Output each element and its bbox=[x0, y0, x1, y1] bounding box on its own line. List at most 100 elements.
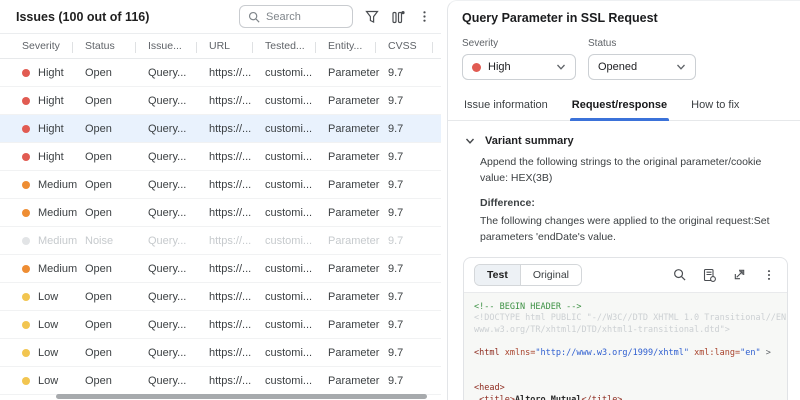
column-header[interactable]: Status bbox=[85, 40, 148, 52]
issue-row[interactable]: MediumOpenQuery...https://...customi...P… bbox=[0, 199, 441, 227]
table-cell: Open bbox=[85, 263, 148, 275]
kebab-menu-icon[interactable] bbox=[761, 267, 777, 283]
table-cell: 9.7 bbox=[388, 375, 441, 387]
status-label: Status bbox=[588, 38, 696, 49]
table-cell: customi... bbox=[265, 95, 328, 107]
table-cell: https://... bbox=[209, 95, 265, 107]
issue-row[interactable]: MediumOpenQuery...https://...customi...P… bbox=[0, 255, 441, 283]
search-placeholder: Search bbox=[266, 11, 301, 23]
code-line bbox=[474, 371, 777, 383]
table-cell: Parameter bbox=[328, 123, 388, 135]
severity-dropdown[interactable]: High bbox=[462, 54, 576, 80]
chevron-down-icon bbox=[465, 136, 475, 146]
column-header[interactable]: CVSS bbox=[388, 40, 441, 52]
tab-how-to-fix[interactable]: How to fix bbox=[689, 95, 741, 120]
open-in-new-icon[interactable] bbox=[731, 267, 747, 283]
issue-row[interactable]: MediumOpenQuery...https://...customi...P… bbox=[0, 171, 441, 199]
issue-row[interactable]: LowOpenQuery...https://...customi...Para… bbox=[0, 311, 441, 339]
table-cell: Open bbox=[85, 67, 148, 79]
issues-panel: Issues (100 out of 116) Search SeverityS… bbox=[0, 0, 441, 400]
severity-group: Severity High bbox=[462, 38, 576, 80]
kebab-menu-icon[interactable] bbox=[411, 4, 437, 30]
issue-row[interactable]: HightOpenQuery...https://...customi...Pa… bbox=[0, 143, 441, 171]
table-cell: 9.7 bbox=[388, 235, 441, 247]
table-cell: 9.7 bbox=[388, 347, 441, 359]
table-cell: 9.7 bbox=[388, 179, 441, 191]
chevron-down-icon bbox=[676, 62, 686, 72]
detail-controls: Severity High Status Opened bbox=[462, 38, 800, 80]
tab-issue-information[interactable]: Issue information bbox=[462, 95, 550, 120]
table-cell: Query... bbox=[148, 95, 209, 107]
original-toggle-button[interactable]: Original bbox=[521, 265, 581, 285]
severity-dot-icon bbox=[22, 125, 30, 133]
tab-request-response[interactable]: Request/response bbox=[570, 95, 669, 120]
detail-title: Query Parameter in SSL Request bbox=[462, 11, 800, 25]
severity-cell: Medium bbox=[22, 179, 85, 191]
tab-content: Variant summary Append the following str… bbox=[448, 121, 800, 400]
issue-detail-panel: Query Parameter in SSL Request Severity … bbox=[447, 0, 800, 400]
severity-cell: Low bbox=[22, 319, 85, 331]
table-cell: 9.7 bbox=[388, 67, 441, 79]
table-cell: Query... bbox=[148, 207, 209, 219]
search-icon[interactable] bbox=[671, 267, 687, 283]
severity-cell: Low bbox=[22, 291, 85, 303]
table-cell: customi... bbox=[265, 123, 328, 135]
severity-dot-icon bbox=[22, 377, 30, 385]
column-header[interactable]: Issue... bbox=[148, 40, 209, 52]
column-settings-icon[interactable] bbox=[385, 4, 411, 30]
severity-dot-icon bbox=[22, 181, 30, 189]
filter-icon[interactable] bbox=[359, 4, 385, 30]
code-line: www.w3.org/TR/xhtml1/DTD/xhtml1-transiti… bbox=[474, 325, 777, 337]
table-cell: Query... bbox=[148, 151, 209, 163]
table-cell: Parameter bbox=[328, 263, 388, 275]
severity-cell: Hight bbox=[22, 151, 85, 163]
file-settings-icon[interactable] bbox=[701, 267, 717, 283]
table-cell: Query... bbox=[148, 67, 209, 79]
column-header[interactable]: URL bbox=[209, 40, 265, 52]
severity-dot-icon bbox=[22, 209, 30, 217]
code-line bbox=[474, 360, 777, 372]
table-cell: Open bbox=[85, 319, 148, 331]
severity-dot-icon bbox=[22, 349, 30, 357]
issue-row[interactable]: MediumNoiseQuery...https://...customi...… bbox=[0, 227, 441, 255]
table-cell: Noise bbox=[85, 235, 148, 247]
code-line: <title>Altoro Mutual</title> bbox=[474, 395, 777, 400]
code-viewer-actions bbox=[671, 267, 777, 283]
table-cell: Open bbox=[85, 123, 148, 135]
test-toggle-button[interactable]: Test bbox=[475, 265, 521, 285]
horizontal-scrollbar[interactable] bbox=[56, 394, 427, 399]
table-cell: https://... bbox=[209, 67, 265, 79]
severity-dot-icon bbox=[22, 293, 30, 301]
status-dropdown[interactable]: Opened bbox=[588, 54, 696, 80]
column-header[interactable]: Severity bbox=[22, 40, 85, 52]
table-cell: Query... bbox=[148, 347, 209, 359]
table-cell: customi... bbox=[265, 319, 328, 331]
issue-row[interactable]: LowOpenQuery...https://...customi...Para… bbox=[0, 339, 441, 367]
code-content[interactable]: <!-- BEGIN HEADER --><!DOCTYPE html PUBL… bbox=[464, 292, 787, 400]
code-viewer-header: Test Original bbox=[464, 258, 787, 292]
issue-row[interactable]: HightOpenQuery...https://...customi...Pa… bbox=[0, 59, 441, 87]
search-input[interactable]: Search bbox=[239, 5, 353, 28]
issue-row[interactable]: LowOpenQuery...https://...customi...Para… bbox=[0, 367, 441, 395]
table-cell: 9.7 bbox=[388, 207, 441, 219]
status-group: Status Opened bbox=[588, 38, 696, 80]
issue-row[interactable]: HightOpenQuery...https://...customi...Pa… bbox=[0, 87, 441, 115]
issue-row[interactable]: HightOpenQuery...https://...customi...Pa… bbox=[0, 115, 441, 143]
column-header[interactable]: Tested... bbox=[265, 40, 328, 52]
table-cell: customi... bbox=[265, 263, 328, 275]
table-cell: Open bbox=[85, 151, 148, 163]
table-cell: 9.7 bbox=[388, 123, 441, 135]
table-cell: https://... bbox=[209, 179, 265, 191]
column-header[interactable]: Entity... bbox=[328, 40, 388, 52]
issue-row[interactable]: LowOpenQuery...https://...customi...Para… bbox=[0, 283, 441, 311]
table-cell: 9.7 bbox=[388, 319, 441, 331]
variant-summary-toggle[interactable]: Variant summary bbox=[465, 135, 792, 147]
table-cell: Query... bbox=[148, 319, 209, 331]
severity-dot bbox=[472, 63, 481, 72]
code-line: <!-- BEGIN HEADER --> bbox=[474, 302, 777, 314]
table-cell: customi... bbox=[265, 375, 328, 387]
variant-summary-heading: Variant summary bbox=[485, 135, 574, 147]
table-cell: Open bbox=[85, 207, 148, 219]
table-cell: Query... bbox=[148, 263, 209, 275]
table-cell: 9.7 bbox=[388, 291, 441, 303]
